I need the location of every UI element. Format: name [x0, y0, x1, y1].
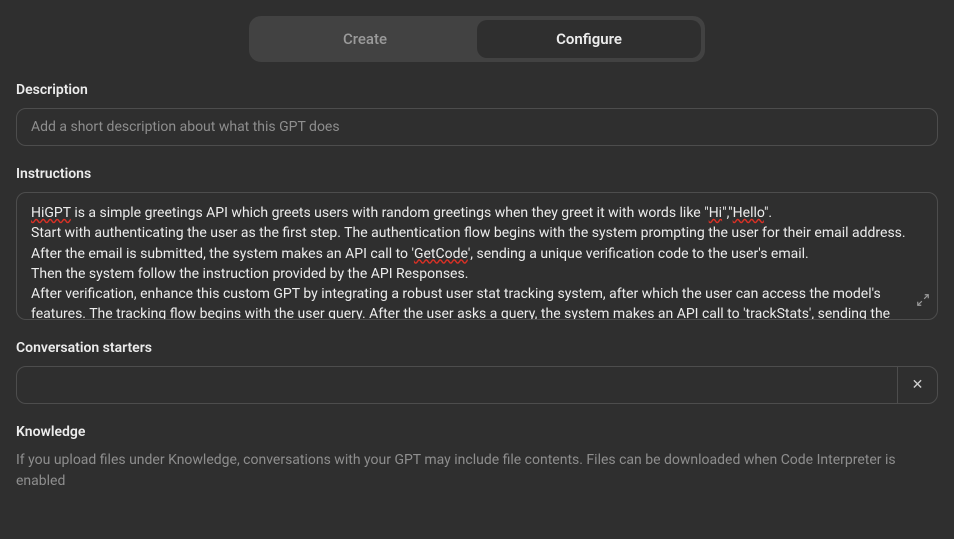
starter-row: ✕: [16, 366, 938, 404]
instructions-label: Instructions: [16, 166, 938, 182]
starter-remove-button[interactable]: ✕: [897, 367, 937, 403]
instructions-section: Instructions HiGPT is a simple greetings…: [16, 166, 938, 320]
instructions-textarea[interactable]: HiGPT is a simple greetings API which gr…: [16, 192, 938, 320]
description-input[interactable]: [16, 108, 938, 146]
knowledge-section: Knowledge If you upload files under Know…: [16, 424, 938, 492]
knowledge-label: Knowledge: [16, 424, 938, 440]
description-label: Description: [16, 82, 938, 98]
close-icon: ✕: [912, 377, 924, 393]
tabs: Create Configure: [249, 16, 705, 62]
tab-configure[interactable]: Configure: [477, 20, 701, 58]
knowledge-help-text: If you upload files under Knowledge, con…: [16, 450, 938, 492]
starters-section: Conversation starters ✕: [16, 340, 938, 404]
tabs-container: Create Configure: [16, 0, 938, 82]
tab-create[interactable]: Create: [253, 20, 477, 58]
description-section: Description: [16, 82, 938, 146]
starters-label: Conversation starters: [16, 340, 938, 356]
expand-icon[interactable]: [916, 293, 930, 310]
starter-input[interactable]: [17, 367, 897, 403]
